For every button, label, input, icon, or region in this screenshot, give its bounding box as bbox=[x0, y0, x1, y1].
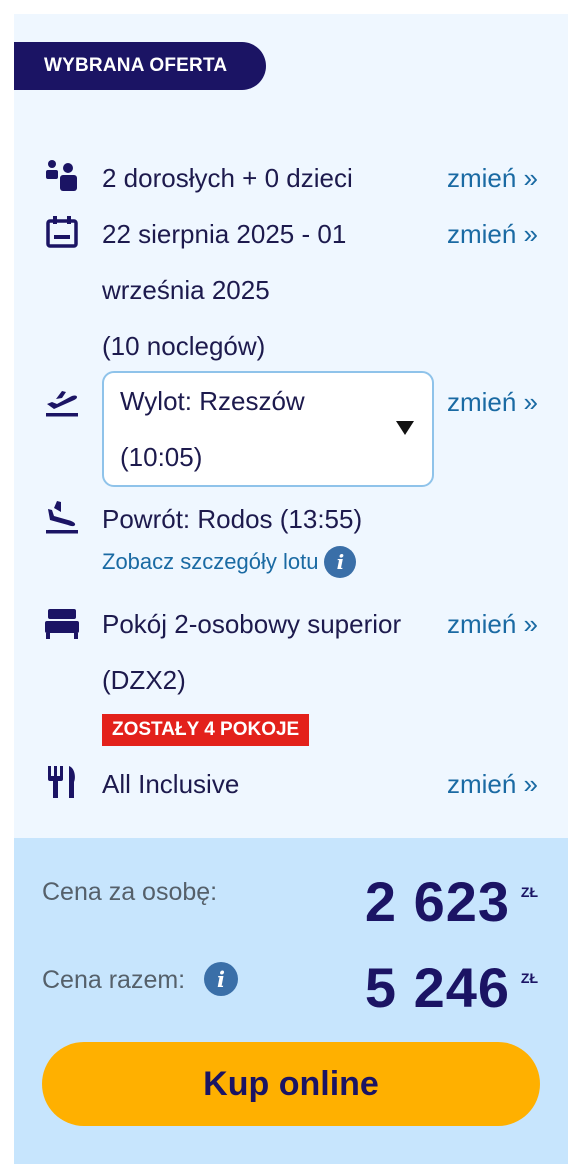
departure-select[interactable]: Wylot: Rzeszów (10:05) bbox=[102, 371, 434, 487]
calendar-icon bbox=[44, 214, 80, 250]
change-board-link[interactable]: zmień » bbox=[447, 756, 538, 812]
dates-line-1: 22 sierpnia 2025 - 01 bbox=[102, 219, 347, 249]
dropdown-caret-icon bbox=[396, 421, 414, 435]
change-room-link[interactable]: zmień » bbox=[447, 596, 538, 652]
departure-line-2: (10:05) bbox=[120, 442, 203, 472]
return-text: Powrót: Rodos (13:55) bbox=[102, 504, 363, 534]
price-panel: Cena za osobę: 2 623 ZŁ Cena razem: i 5 … bbox=[14, 838, 568, 1164]
room-line-1: Pokój 2-osobowy superior bbox=[102, 609, 402, 639]
plane-departure-icon bbox=[44, 382, 80, 418]
cutlery-icon bbox=[44, 764, 80, 800]
buy-online-button[interactable]: Kup online bbox=[42, 1042, 540, 1126]
dates-line-2: września 2025 bbox=[102, 275, 270, 305]
travelers-text: 2 dorosłych + 0 dzieci bbox=[102, 163, 353, 193]
price-per-person-currency: ZŁ bbox=[520, 884, 538, 900]
rooms-left-badge: ZOSTAŁY 4 POKOJE bbox=[102, 714, 310, 746]
price-info-icon[interactable]: i bbox=[204, 962, 238, 996]
bed-icon bbox=[44, 606, 80, 642]
flight-details-label: Zobacz szczegóły lotu bbox=[102, 549, 319, 574]
info-icon: i bbox=[324, 546, 357, 578]
departure-line-1: Wylot: Rzeszów bbox=[120, 386, 305, 416]
flight-details-link[interactable]: Zobacz szczegóły lotu i bbox=[102, 544, 357, 580]
change-dates-link[interactable]: zmień » bbox=[447, 206, 538, 262]
room-line-2: (DZX2) bbox=[102, 665, 186, 695]
price-per-person-value: 2 623 bbox=[364, 870, 510, 933]
price-per-person-label: Cena za osobę: bbox=[42, 878, 218, 906]
board-text: All Inclusive bbox=[102, 769, 240, 799]
change-departure-link[interactable]: zmień » bbox=[447, 374, 538, 430]
price-total-value: 5 246 bbox=[364, 956, 510, 1019]
price-total-label: Cena razem: bbox=[42, 966, 186, 994]
price-total-currency: ZŁ bbox=[520, 970, 538, 986]
selected-offer-badge: WYBRANA OFERTA bbox=[14, 42, 266, 90]
people-icon bbox=[44, 158, 80, 194]
nights-count: (10 noclegów) bbox=[102, 331, 266, 361]
change-travelers-link[interactable]: zmień » bbox=[447, 150, 538, 206]
offer-summary-card: WYBRANA OFERTA 2 dorosłych + 0 dzieci zm… bbox=[14, 14, 568, 1164]
plane-arrival-icon bbox=[44, 499, 80, 535]
